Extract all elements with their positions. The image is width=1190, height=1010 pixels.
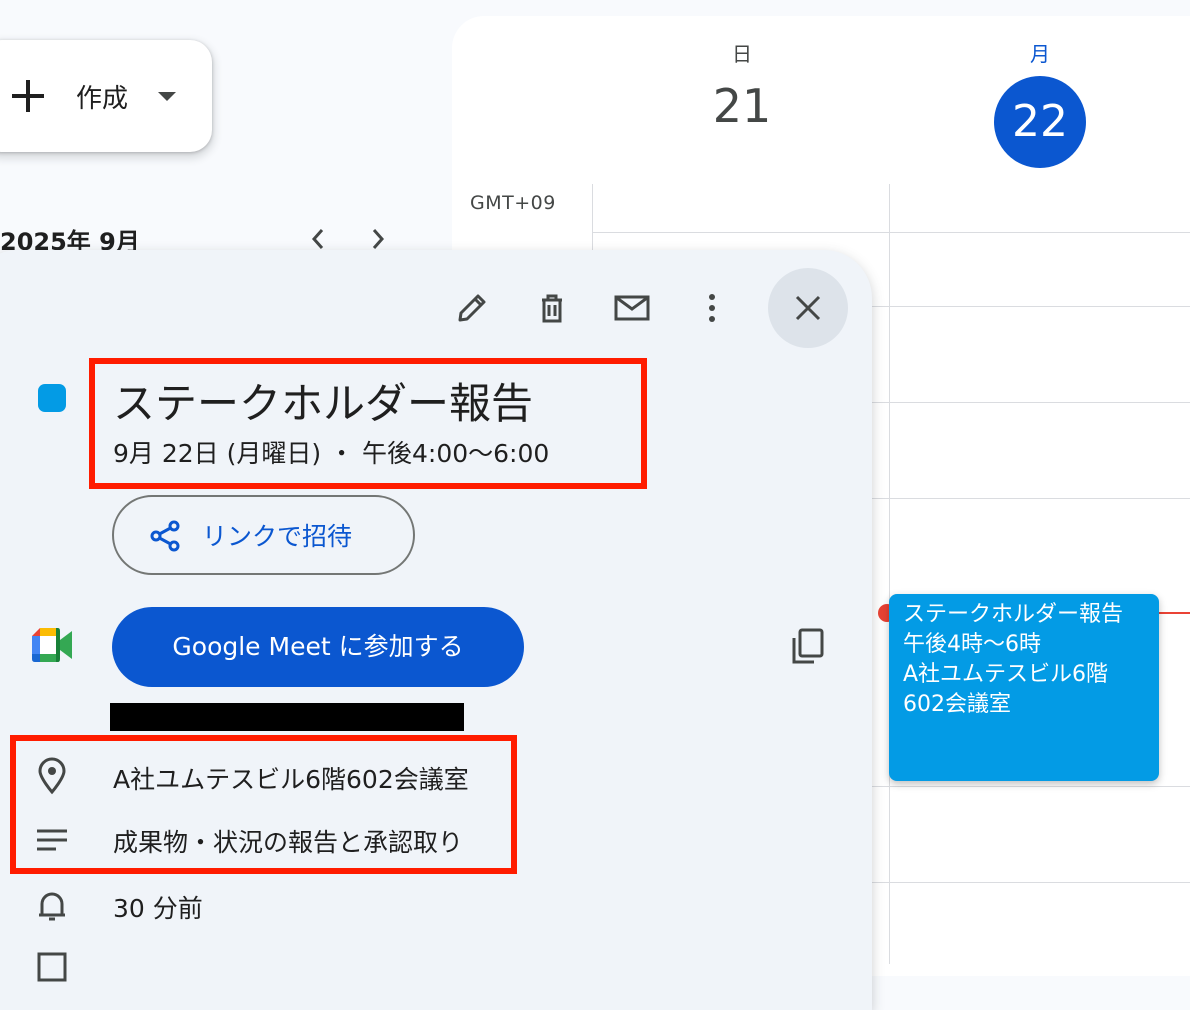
grid-divider [889,184,890,964]
dropdown-caret-icon[interactable] [158,92,176,101]
redacted-meet-link [110,703,464,731]
event-color-indicator [38,384,66,412]
event-block-time: 午後4時〜6時 [903,632,1041,657]
grid-divider [592,232,1190,233]
join-google-meet-button[interactable]: Google Meet に参加する [112,607,524,687]
delete-icon[interactable] [532,288,572,328]
close-icon [795,295,821,321]
invite-by-link-button[interactable]: リンクで招待 [112,495,415,575]
chevron-left-icon [311,229,324,249]
copy-icon[interactable] [788,626,828,666]
day-number[interactable]: 21 [682,79,802,133]
event-reminder: 30 分前 [113,894,203,923]
hour-line [870,882,1190,883]
calendar-icon [37,952,67,982]
day-of-week-today: 月 [1030,42,1050,66]
hour-line [870,306,1190,307]
event-block-location: A社ユムテスビル6階 [903,662,1109,687]
plus-icon [12,80,44,112]
event-block-title: ステークホルダー報告 [903,602,1124,627]
day-header-sunday[interactable]: 日 21 [682,38,802,133]
email-icon[interactable] [612,288,652,328]
hour-line [870,402,1190,403]
day-of-week: 日 [732,42,752,66]
today-date-button[interactable]: 22 [994,76,1086,168]
create-button[interactable]: 作成 [0,40,212,152]
hour-line [870,786,1190,787]
more-options-icon[interactable] [692,288,732,328]
highlight-box-details [10,735,517,874]
create-label: 作成 [76,84,129,114]
google-meet-icon [32,628,72,662]
share-icon [150,520,180,552]
hour-line [870,498,1190,499]
close-button[interactable] [768,268,848,348]
timezone-label: GMT+09 [470,192,556,214]
calendar-event-block[interactable]: ステークホルダー報告 午後4時〜6時 A社ユムテスビル6階 602会議室 [889,594,1159,781]
event-block-location: 602会議室 [903,692,1011,717]
edit-icon[interactable] [452,288,492,328]
chevron-right-icon [372,229,385,249]
bell-icon [39,892,65,921]
invite-by-link-label: リンクで招待 [202,522,353,551]
highlight-box-title [89,358,647,489]
